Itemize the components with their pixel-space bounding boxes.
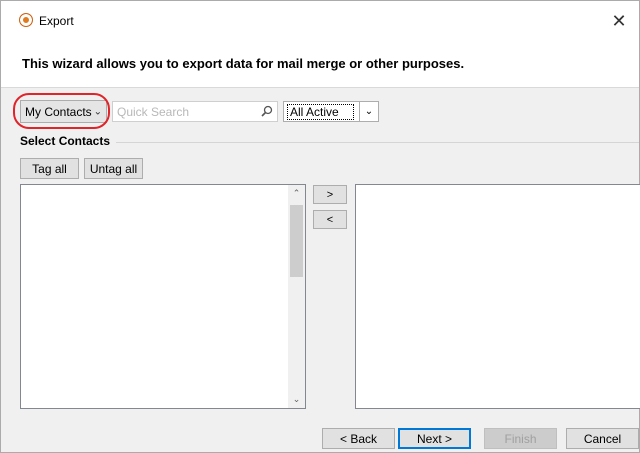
finish-button: Finish	[484, 428, 557, 449]
move-right-button[interactable]: >	[313, 185, 347, 204]
chevron-down-icon: ⌄	[93, 106, 102, 117]
select-contacts-label: Select Contacts	[20, 134, 117, 148]
contacts-dropdown[interactable]: My Contacts ⌄	[20, 100, 107, 123]
available-contacts-list[interactable]: ⌃ ⌄	[20, 184, 306, 409]
export-window: Export ✕ This wizard allows you to expor…	[0, 0, 640, 453]
next-button[interactable]: Next >	[398, 428, 471, 449]
close-icon[interactable]: ✕	[599, 1, 639, 41]
chevron-down-icon[interactable]: ⌄	[359, 102, 378, 121]
cancel-button[interactable]: Cancel	[566, 428, 639, 449]
untag-all-button[interactable]: Untag all	[84, 158, 143, 179]
scrollbar-thumb[interactable]	[290, 205, 303, 277]
selected-contacts-list[interactable]	[355, 184, 640, 409]
title-bar: Export ✕	[1, 1, 639, 41]
back-button[interactable]: < Back	[322, 428, 395, 449]
vertical-scrollbar[interactable]: ⌃ ⌄	[288, 185, 305, 408]
contacts-dropdown-label: My Contacts	[25, 104, 92, 119]
status-filter-label: All Active	[287, 103, 354, 120]
tag-all-button[interactable]: Tag all	[20, 158, 79, 179]
app-icon	[19, 13, 33, 27]
move-left-button[interactable]: <	[313, 210, 347, 229]
window-title: Export	[39, 14, 74, 28]
wizard-description: This wizard allows you to export data fo…	[22, 56, 465, 71]
quick-search-field[interactable]	[112, 101, 278, 122]
quick-search-input[interactable]	[113, 102, 261, 121]
scroll-up-icon[interactable]: ⌃	[288, 185, 305, 202]
scroll-down-icon[interactable]: ⌄	[288, 391, 305, 408]
status-filter-dropdown[interactable]: All Active ⌄	[283, 101, 379, 122]
search-icon[interactable]	[261, 105, 273, 117]
